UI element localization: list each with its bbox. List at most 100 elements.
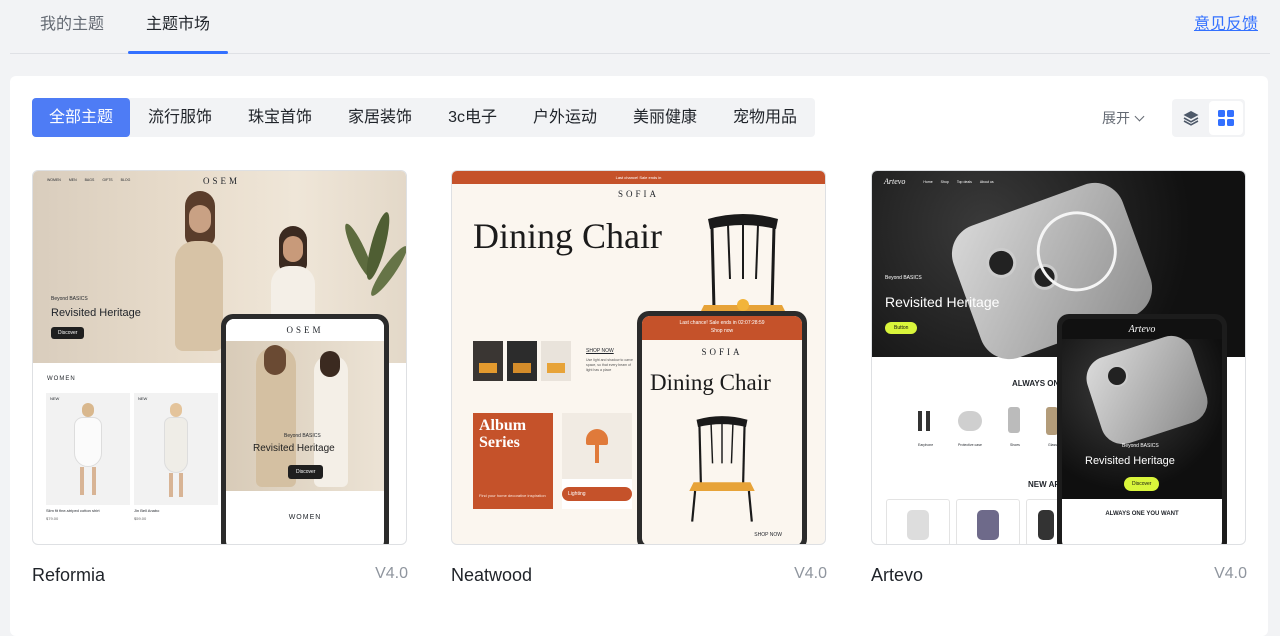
category-electronics[interactable]: 3c电子 xyxy=(430,98,515,137)
tablet-section-title: ALWAYS ONE YOU WANT xyxy=(1105,511,1179,517)
tab-theme-market-label: 主题市场 xyxy=(146,16,211,33)
preview-hero-title: Revisited Heritage xyxy=(51,307,141,319)
theme-card-neatwood[interactable]: Last chance! Sale ends in SOFIA Dining C… xyxy=(451,170,827,597)
preview-hero-title: Dining Chair xyxy=(473,216,662,256)
preview-badge: NEW xyxy=(138,396,148,401)
preview-section-title: NEW AR xyxy=(1028,480,1061,489)
tablet-lower: ALWAYS ONE YOU WANT xyxy=(1062,499,1222,544)
tablet-brand: SOFIA xyxy=(701,347,743,357)
expand-toggle[interactable]: 展开 xyxy=(1102,108,1145,128)
tab-theme-market[interactable]: 主题市场 xyxy=(128,0,229,54)
preview-product-price: $79.00 xyxy=(46,516,59,521)
theme-version: V4.0 xyxy=(375,565,408,582)
theme-card-reformia[interactable]: WOMEN MEN BAGS GIFTS BLOG OSEM Beyond BA… xyxy=(32,170,408,597)
theme-preview-image[interactable]: Artevo Home Shop Top deals About us Beyo… xyxy=(871,170,1246,545)
preview-badge: NEW xyxy=(50,396,60,401)
preview-shop-desc: Use light and shadow to carve space, so … xyxy=(586,358,633,372)
preview-photo xyxy=(507,341,537,381)
layers-icon xyxy=(1183,111,1199,126)
preview-product-tile xyxy=(956,499,1020,544)
tablet-hero-title: Revisited Heritage xyxy=(253,443,335,454)
tablet-cta: Discover xyxy=(1124,477,1160,491)
preview-product-icons xyxy=(912,407,1072,447)
preview-tablet-mockup: Artevo Beyond BASICS Revisited Heritage … xyxy=(1057,314,1227,544)
tablet-shop-link: Shop now xyxy=(710,328,734,334)
theme-preview-image[interactable]: Last chance! Sale ends in SOFIA Dining C… xyxy=(451,170,826,545)
tablet-cta: Discover xyxy=(288,465,324,479)
preview-album-desc: Find your home decorative inspiration xyxy=(479,493,546,498)
tablet-header: OSEM xyxy=(226,319,384,341)
preview-tablet-mockup: OSEM Beyond BASICS Revisited Heritage Di… xyxy=(221,314,389,544)
preview-product-label: Protective case xyxy=(958,443,982,447)
preview-nav: Artevo Home Shop Top deals About us xyxy=(884,177,994,186)
preview-section-title: WOMEN xyxy=(47,376,76,382)
tablet-hero-title: Revisited Heritage xyxy=(1085,455,1175,467)
preview-product-card: NEW xyxy=(46,393,130,505)
preview-nav-item: Top deals xyxy=(956,179,972,184)
tablet-announcement: Last chance! Sale ends in 02:07:28:59 Sh… xyxy=(642,316,802,340)
preview-album-title: Album Series xyxy=(479,417,527,451)
tablet-hero-kicker: Beyond BASICS xyxy=(1122,443,1159,449)
preview-photo xyxy=(541,341,571,381)
preview-nav-item: About us xyxy=(979,179,994,184)
theme-name: Neatwood xyxy=(451,565,533,585)
category-outdoor[interactable]: 户外运动 xyxy=(515,98,615,137)
preview-product-label: Shoes xyxy=(1010,443,1020,447)
preview-brand: OSEM xyxy=(203,176,241,186)
active-tab-indicator xyxy=(128,51,229,54)
view-mode-toggle xyxy=(1172,99,1245,137)
preview-section-title: ALWAYS ON xyxy=(1012,379,1060,388)
preview-announcement-bar: Last chance! Sale ends in xyxy=(452,171,825,184)
tablet-shop-now: SHOP NOW xyxy=(754,532,782,538)
tablet-hero: Beyond BASICS Revisited Heritage Discove… xyxy=(226,341,384,491)
category-pets[interactable]: 宠物用品 xyxy=(715,98,815,137)
category-filter-bar: 全部主题 流行服饰 珠宝首饰 家居装饰 3c电子 户外运动 美丽健康 宠物用品 xyxy=(32,98,816,137)
top-tab-bar: 我的主题 主题市场 意见反馈 xyxy=(10,0,1270,54)
layers-view-button[interactable] xyxy=(1174,101,1209,135)
preview-cta: Discover xyxy=(51,327,85,339)
preview-nav-item: Shop xyxy=(940,179,949,184)
preview-brand: Artevo xyxy=(884,177,906,186)
tab-my-themes[interactable]: 我的主题 xyxy=(22,0,122,54)
preview-brand: SOFIA xyxy=(617,189,659,199)
category-home-decor[interactable]: 家居装饰 xyxy=(330,98,430,137)
tablet-header: Artevo xyxy=(1062,319,1222,339)
preview-cta: Button xyxy=(885,322,918,334)
preview-nav-item: MEN xyxy=(68,178,77,182)
theme-name: Artevo xyxy=(871,565,924,585)
category-beauty[interactable]: 美丽健康 xyxy=(615,98,715,137)
tablet-brand: Artevo xyxy=(1128,323,1156,335)
preview-product-price: $59.00 xyxy=(134,516,147,521)
theme-version: V4.0 xyxy=(1214,565,1247,582)
preview-nav: WOMEN MEN BAGS GIFTS BLOG OSEM xyxy=(33,171,406,189)
preview-shop-link: SHOP NOW xyxy=(586,348,614,354)
theme-card-artevo[interactable]: Artevo Home Shop Top deals About us Beyo… xyxy=(871,170,1247,597)
grid-view-button[interactable] xyxy=(1208,101,1243,135)
preview-photo xyxy=(473,341,503,381)
tablet-announcement-text: Last chance! Sale ends in 02:07:28:59 xyxy=(679,320,765,326)
preview-nav-item: Home xyxy=(923,179,933,184)
tablet-hero: Beyond BASICS Revisited Heritage Discove… xyxy=(1062,330,1222,499)
tablet-hero-title: Dining Chair xyxy=(650,370,771,395)
chair-illustration xyxy=(689,416,755,522)
preview-product-name: Slim fit fine-striped cotton shirt xyxy=(46,508,100,513)
preview-nav-item: WOMEN xyxy=(47,178,61,182)
feedback-link[interactable]: 意见反馈 xyxy=(1194,0,1258,50)
preview-nav-item: BLOG xyxy=(120,178,131,182)
preview-product-tile xyxy=(886,499,950,544)
preview-lamp-card: Lighting xyxy=(562,413,632,509)
preview-hero-title: Revisited Heritage xyxy=(885,294,1000,310)
theme-preview-image[interactable]: WOMEN MEN BAGS GIFTS BLOG OSEM Beyond BA… xyxy=(32,170,407,545)
preview-nav-item: GIFTS xyxy=(102,178,113,182)
tablet-section-title: WOMEN xyxy=(288,514,322,521)
expand-label: 展开 xyxy=(1102,110,1130,126)
theme-version: V4.0 xyxy=(794,565,827,582)
category-fashion[interactable]: 流行服饰 xyxy=(130,98,230,137)
category-jewelry[interactable]: 珠宝首饰 xyxy=(230,98,330,137)
theme-name: Reformia xyxy=(32,565,106,585)
category-all[interactable]: 全部主题 xyxy=(32,98,131,137)
preview-product-label: Glass xyxy=(1048,443,1057,447)
preview-album-block: Album Series Find your home decorative i… xyxy=(473,413,553,509)
preview-tablet-mockup: Last chance! Sale ends in 02:07:28:59 Sh… xyxy=(637,311,807,544)
chevron-down-icon xyxy=(1134,111,1145,121)
